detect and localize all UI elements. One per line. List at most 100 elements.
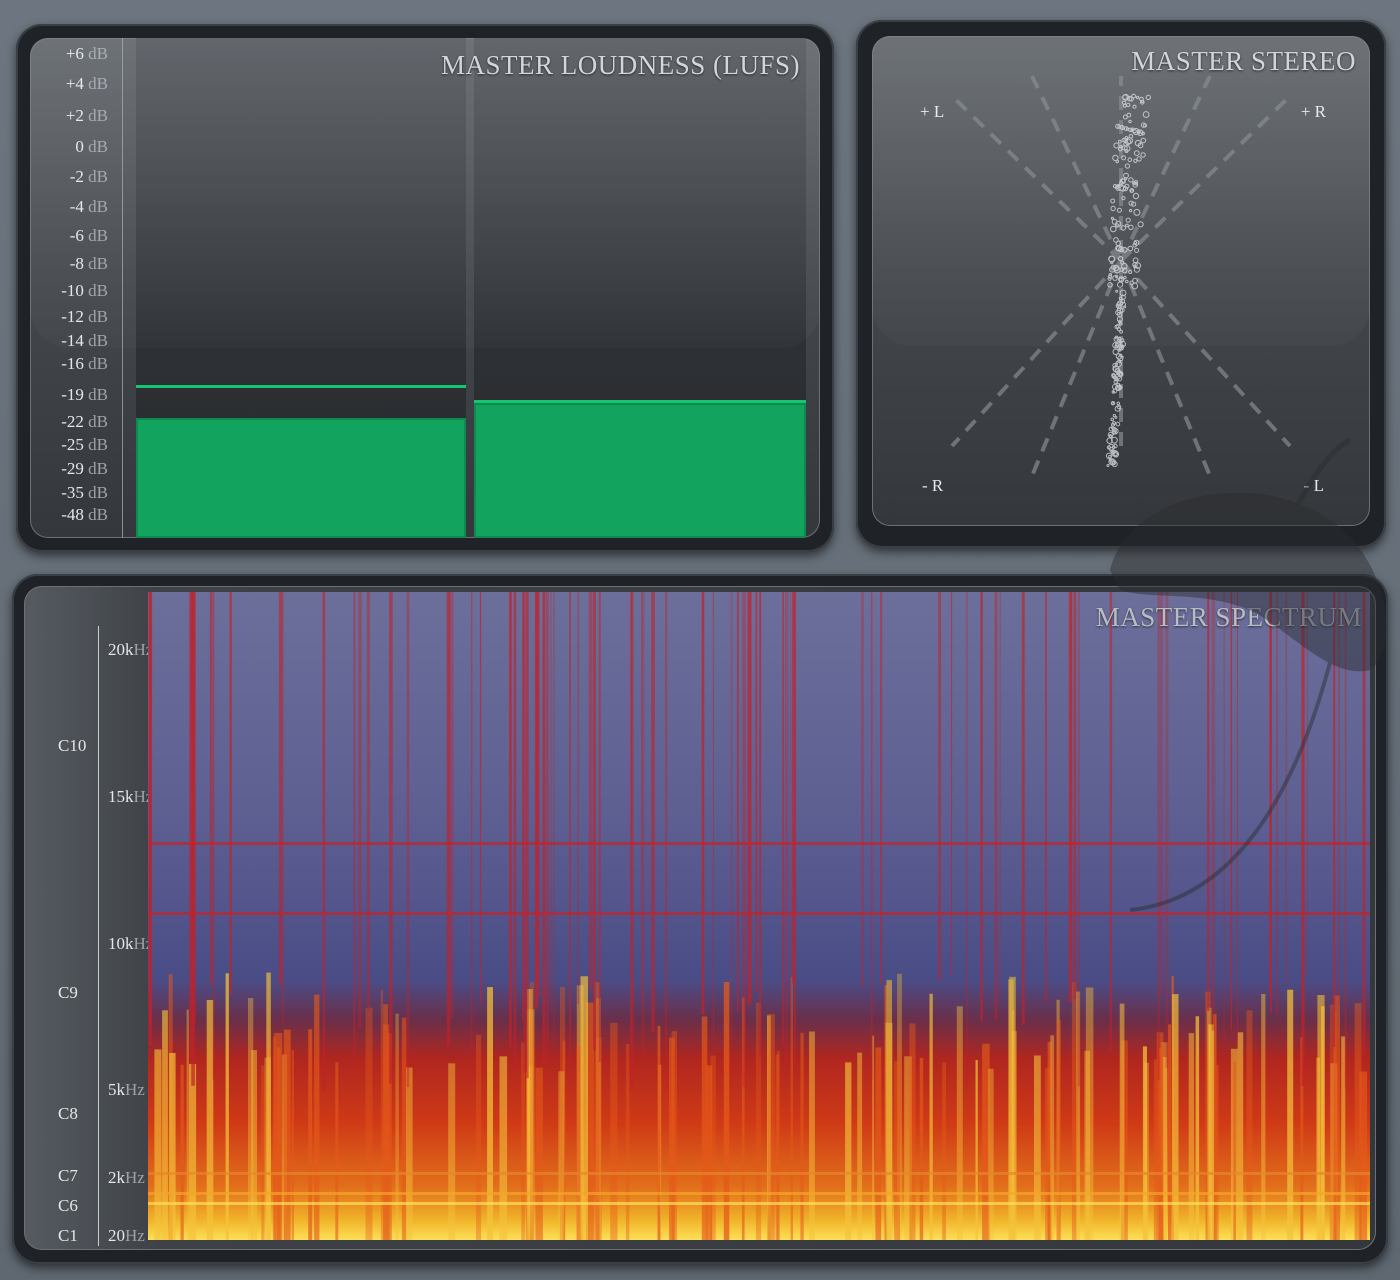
spectrum-streak [1276,592,1278,1016]
stereo-sample-dot [1125,217,1131,223]
spectrum-streak [1073,592,1077,999]
spectrum-streak [169,1053,176,1240]
spectrum-freq-value: 15k [108,787,134,806]
loudness-scale-tick: -19 dB [61,385,108,405]
spectrum-streak [767,1014,775,1240]
spectrum-streak [706,1065,713,1240]
spectrum-streak [880,592,883,984]
loudness-scale-tick-unit: dB [83,197,108,216]
spectrum-freq-label: 10kHz [108,934,153,954]
spectrum-streak [1207,592,1210,1011]
spectrum-streak [1045,592,1047,1002]
spectrum-freq-value: 10k [108,934,134,953]
loudness-scale-tick: +2 dB [66,106,108,126]
stereo-sample-dot [1133,158,1138,164]
stereo-sample-dot [1110,205,1116,212]
spectrum-streak [938,592,941,981]
spectrum-streak [1165,592,1169,1068]
stereo-sample-dot [1134,247,1140,253]
spectrum-streak [534,592,539,1009]
spectrum-streak [1021,592,1025,1025]
loudness-scale-tick-unit: dB [83,137,108,156]
loudness-scale-tick: -14 dB [61,331,108,351]
loudness-scale-tick: 0 dB [75,137,108,157]
spectrum-streak [747,592,752,1005]
spectrum-band [148,912,1370,915]
spectrum-band [148,1192,1370,1195]
loudness-scale-tick-value: -2 [69,167,84,186]
loudness-meter-right [474,38,806,538]
spectrum-streak [999,592,1001,998]
loudness-scale-tick: +6 dB [66,44,108,64]
spectrum-streak [988,1068,994,1240]
spectrum-streak [308,1029,313,1240]
spectrum-streak [550,592,552,1014]
loudness-scale-tick-unit: dB [83,459,108,478]
spectrum-note-label: C9 [58,983,78,1002]
loudness-scale-tick-unit: dB [83,167,108,186]
loudness-scale-tick-value: +6 [65,44,84,63]
spectrum-streak [965,592,968,1087]
spectrum-streak [1008,979,1014,1240]
loudness-scale-tick-unit: dB [83,505,108,524]
spectrum-streak [509,592,512,1048]
spectrum-streak [919,1058,924,1240]
stereo-sample-dot [1124,177,1128,181]
stereo-sample-dot [1112,275,1118,281]
loudness-scale-tick: +4 dB [66,74,108,94]
spectrum-streak [800,1032,804,1240]
stereo-sample-dot [1143,123,1147,128]
spectrum-band [148,1172,1370,1175]
stereo-sample-dot [1106,464,1110,467]
spectrum-streak [861,592,864,989]
loudness-scale-tick-value: -29 [61,459,84,478]
loudness-scale-tick-unit: dB [83,74,108,93]
spectrum-streak [1223,592,1225,1091]
stereo-sample-dot [1129,209,1133,213]
spectrum-streak [1056,1019,1061,1240]
spectrum-streak [665,592,668,1091]
loudness-scale-tick: -48 dB [61,505,108,525]
spectrum-streak [610,1022,618,1240]
spectrum-panel: 20kHz 15kHz 10kHz 5kHz 2kHz 20Hz C10 C9 C8 C7 C6 C… [12,574,1388,1264]
stereo-panel-inner: + L + R - R - L MASTER STEREO [872,36,1370,526]
spectrum-streak [657,1025,661,1240]
spectrum-streak [701,592,705,1015]
stereo-sample-dot [1113,142,1120,149]
loudness-scale-tick-value: -19 [61,385,84,404]
spectrum-freq-unit: Hz [125,1168,145,1187]
loudness-scale-tick-value: -10 [61,281,84,300]
stereo-sample-dot [1115,159,1119,164]
stereo-sample-dot [1122,103,1127,108]
spectrum-streak [1301,592,1305,1086]
loudness-level-right [474,403,806,538]
spectrum-streak [651,592,655,1033]
spectrum-streak [1207,1007,1212,1240]
spectrum-streak [1211,592,1216,1031]
spectrum-streak [641,592,643,998]
loudness-level-left [136,418,466,538]
loudness-panel-inner: +6 dB +4 dB +2 dB 0 dB -2 dB -4 dB -6 dB -8 dB -… [30,38,820,538]
stereo-sample-dot [1128,270,1133,274]
spectrum-streak [669,1037,675,1240]
spectrum-streak [1306,592,1308,974]
stereo-sample-dot [1128,224,1134,231]
spectrum-streak [625,1044,630,1240]
spectrum-streak [845,1062,852,1240]
spectrum-streak [1188,1033,1195,1240]
spectrum-streak [1050,1035,1055,1240]
spectrum-streak [885,1022,893,1240]
spectrum-streak [1070,592,1073,986]
spectrum-streak [395,1013,399,1240]
loudness-scale-tick-unit: dB [83,483,108,502]
loudness-scale-tick-value: -6 [69,226,84,245]
spectrum-streak [723,982,730,1240]
loudness-scale-tick-unit: dB [83,307,108,326]
stereo-title: MASTER STEREO [1131,46,1356,76]
stereo-sample-dot [1115,421,1121,427]
stereo-sample-dot [1110,216,1115,220]
loudness-title: MASTER LOUDNESS (LUFS) [440,50,800,80]
spectrum-streak [742,592,747,1087]
loudness-scale-tick: -12 dB [61,307,108,327]
spectrum-streak [1344,592,1347,1089]
